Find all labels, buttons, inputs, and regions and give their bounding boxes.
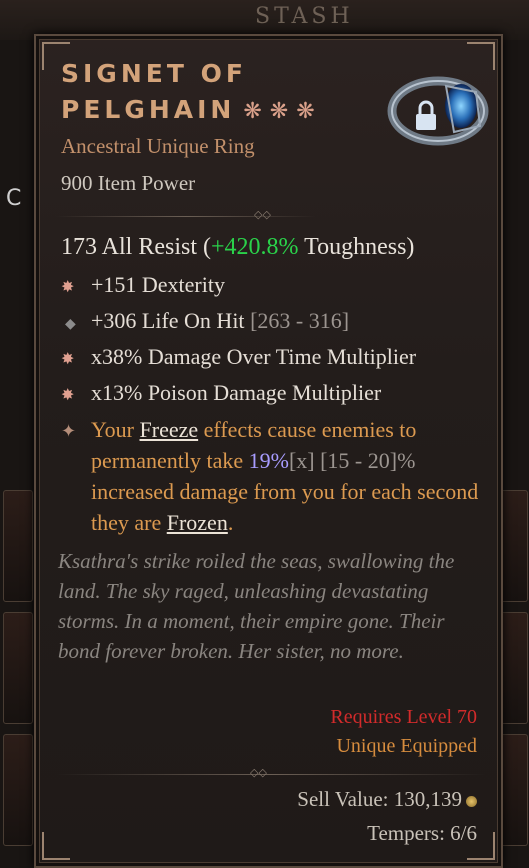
unique-value: 19% bbox=[248, 448, 289, 473]
affix-text: x38% Damage Over Time Multiplier bbox=[91, 344, 417, 369]
affix-line: ✸ x13% Poison Damage Multiplier bbox=[61, 380, 381, 406]
frozen-keyword[interactable]: Frozen bbox=[167, 510, 228, 535]
affix-text: +306 Life On Hit bbox=[91, 308, 245, 333]
item-tooltip: SIGNET OF PELGHAIN ❋ ❋ ❋ Ancestral Unique R… bbox=[34, 34, 503, 868]
unique-text: Your bbox=[91, 417, 140, 442]
greater-affix-icon: ✸ bbox=[61, 387, 75, 404]
stash-slot[interactable] bbox=[3, 612, 33, 724]
multiplier-tag: [x] bbox=[288, 448, 315, 473]
affix-diamond-icon: ◆ bbox=[65, 317, 76, 332]
affix-line: ✸ x38% Damage Over Time Multiplier bbox=[61, 344, 416, 370]
toughness-value: +420.8% bbox=[211, 234, 299, 260]
unique-power: ✦ Your Freeze effects cause enemies to p… bbox=[61, 414, 481, 538]
item-name-line2: PELGHAIN ❋ ❋ ❋ bbox=[61, 92, 381, 130]
affix-range: [263 - 316] bbox=[244, 308, 350, 333]
affix-line: ✸ +151 Dexterity bbox=[61, 272, 225, 298]
unique-range: [15 - 20]% bbox=[314, 448, 416, 473]
divider bbox=[56, 774, 486, 775]
freeze-keyword[interactable]: Freeze bbox=[140, 417, 199, 442]
greater-affix-icon: ✸ bbox=[61, 279, 75, 296]
item-lore: Ksathra's strike roiled the seas, swallo… bbox=[58, 549, 455, 663]
unique-text: . bbox=[227, 510, 234, 535]
item-name-line2-text: PELGHAIN bbox=[61, 95, 236, 124]
greater-affix-star-icon: ❋ bbox=[296, 99, 315, 124]
resist-suffix: Toughness) bbox=[298, 234, 415, 260]
stash-left-panel: C bbox=[0, 40, 34, 868]
item-power: 900 Item Power bbox=[61, 171, 196, 195]
divider-ornament-icon: ◇◇ bbox=[254, 208, 271, 221]
sell-value: Sell Value: 130,139 bbox=[297, 787, 477, 812]
greater-affix-icon: ✸ bbox=[61, 351, 75, 368]
item-name-line1: SIGNET OF bbox=[61, 59, 247, 88]
level-requirement: Requires Level 70 bbox=[330, 706, 477, 728]
greater-affix-star-icon: ❋ bbox=[269, 99, 289, 124]
unique-text: increased damage from you for each secon… bbox=[91, 479, 479, 535]
stash-slot[interactable] bbox=[3, 490, 33, 602]
ring-item-icon bbox=[387, 76, 489, 146]
affix-text: +151 Dexterity bbox=[91, 272, 225, 297]
stash-title: STASH bbox=[255, 4, 354, 29]
unique-equipped: Unique Equipped bbox=[336, 735, 477, 757]
gold-coin-icon bbox=[466, 795, 477, 807]
stash-side-letter: C bbox=[6, 186, 22, 211]
affix-line: ◆ +306 Life On Hit [263 - 316] bbox=[61, 308, 349, 334]
resist-text: 173 All Resist ( bbox=[61, 234, 212, 260]
divider-ornament-icon: ◇◇ bbox=[250, 766, 267, 779]
greater-affix-star-icon: ❋ bbox=[243, 99, 262, 124]
unique-power-icon: ✦ bbox=[61, 421, 77, 441]
implicit-resist: 173 All Resist (+420.8% Toughness) bbox=[61, 234, 414, 261]
stash-slot[interactable] bbox=[3, 734, 33, 846]
sell-value-text: Sell Value: 130,139 bbox=[297, 787, 462, 811]
item-name: SIGNET OF PELGHAIN ❋ ❋ ❋ bbox=[61, 56, 381, 130]
tempers-count: Tempers: 6/6 bbox=[367, 821, 477, 845]
frame-corner bbox=[42, 832, 70, 860]
item-type: Ancestral Unique Ring bbox=[61, 134, 255, 158]
divider bbox=[56, 216, 316, 217]
affix-text: x13% Poison Damage Multiplier bbox=[91, 380, 382, 405]
